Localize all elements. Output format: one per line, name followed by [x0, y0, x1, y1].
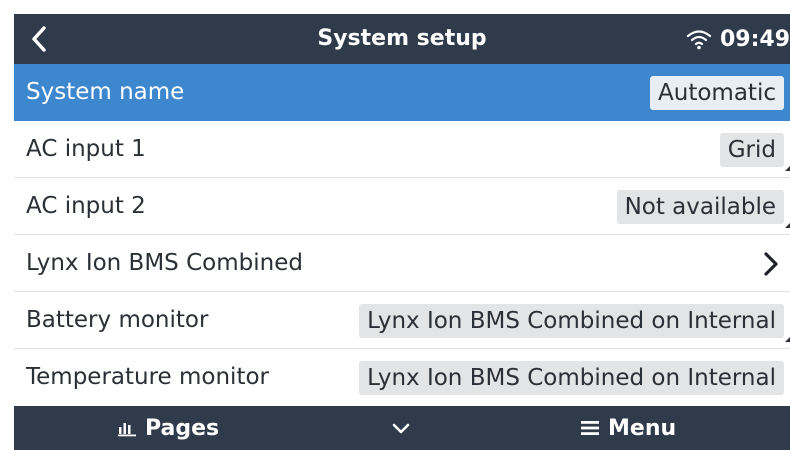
pages-button[interactable]: Pages	[117, 406, 219, 450]
row-battery-monitor[interactable]: Battery monitor Lynx Ion BMS Combined on…	[14, 292, 790, 349]
editable-corner-icon	[785, 337, 790, 342]
row-label: Battery monitor	[26, 307, 209, 333]
chevron-right-icon	[764, 252, 778, 276]
pages-label: Pages	[145, 415, 220, 441]
bar-chart-icon	[118, 423, 136, 437]
chevron-down-icon	[392, 423, 410, 434]
scroll-down-button[interactable]	[391, 406, 411, 450]
hamburger-icon	[581, 421, 599, 435]
row-lynx-ion-bms-combined[interactable]: Lynx Ion BMS Combined	[14, 235, 790, 292]
clock-time: 09:49	[719, 26, 790, 52]
wifi-icon	[686, 30, 712, 50]
row-value: Grid	[719, 133, 784, 167]
editable-corner-icon	[785, 223, 790, 228]
footer-bar: Pages Menu	[14, 406, 790, 450]
row-label: Lynx Ion BMS Combined	[26, 250, 303, 276]
row-label: AC input 1	[26, 136, 146, 162]
menu-button[interactable]: Menu	[580, 406, 676, 450]
row-ac-input-2[interactable]: AC input 2 Not available	[14, 178, 790, 235]
header-bar: System setup 09:49	[14, 14, 790, 64]
settings-list: System name Automatic AC input 1 Grid AC…	[14, 64, 790, 406]
row-value: Not available	[616, 190, 784, 224]
system-setup-screen: System setup 09:49 System name Automatic…	[14, 14, 790, 450]
status-area: 09:49	[686, 14, 790, 64]
page-title: System setup	[317, 26, 487, 51]
row-value: Lynx Ion BMS Combined on Internal	[359, 304, 784, 338]
row-ac-input-1[interactable]: AC input 1 Grid	[14, 121, 790, 178]
row-label: Temperature monitor	[26, 364, 269, 390]
menu-label: Menu	[608, 415, 677, 441]
row-label: System name	[26, 79, 185, 105]
row-value: Automatic	[650, 76, 784, 110]
row-system-name[interactable]: System name Automatic	[14, 64, 790, 121]
row-temperature-monitor[interactable]: Temperature monitor Lynx Ion BMS Combine…	[14, 349, 790, 406]
row-value: Lynx Ion BMS Combined on Internal	[359, 361, 784, 395]
editable-corner-icon	[785, 166, 790, 171]
row-label: AC input 2	[26, 193, 146, 219]
